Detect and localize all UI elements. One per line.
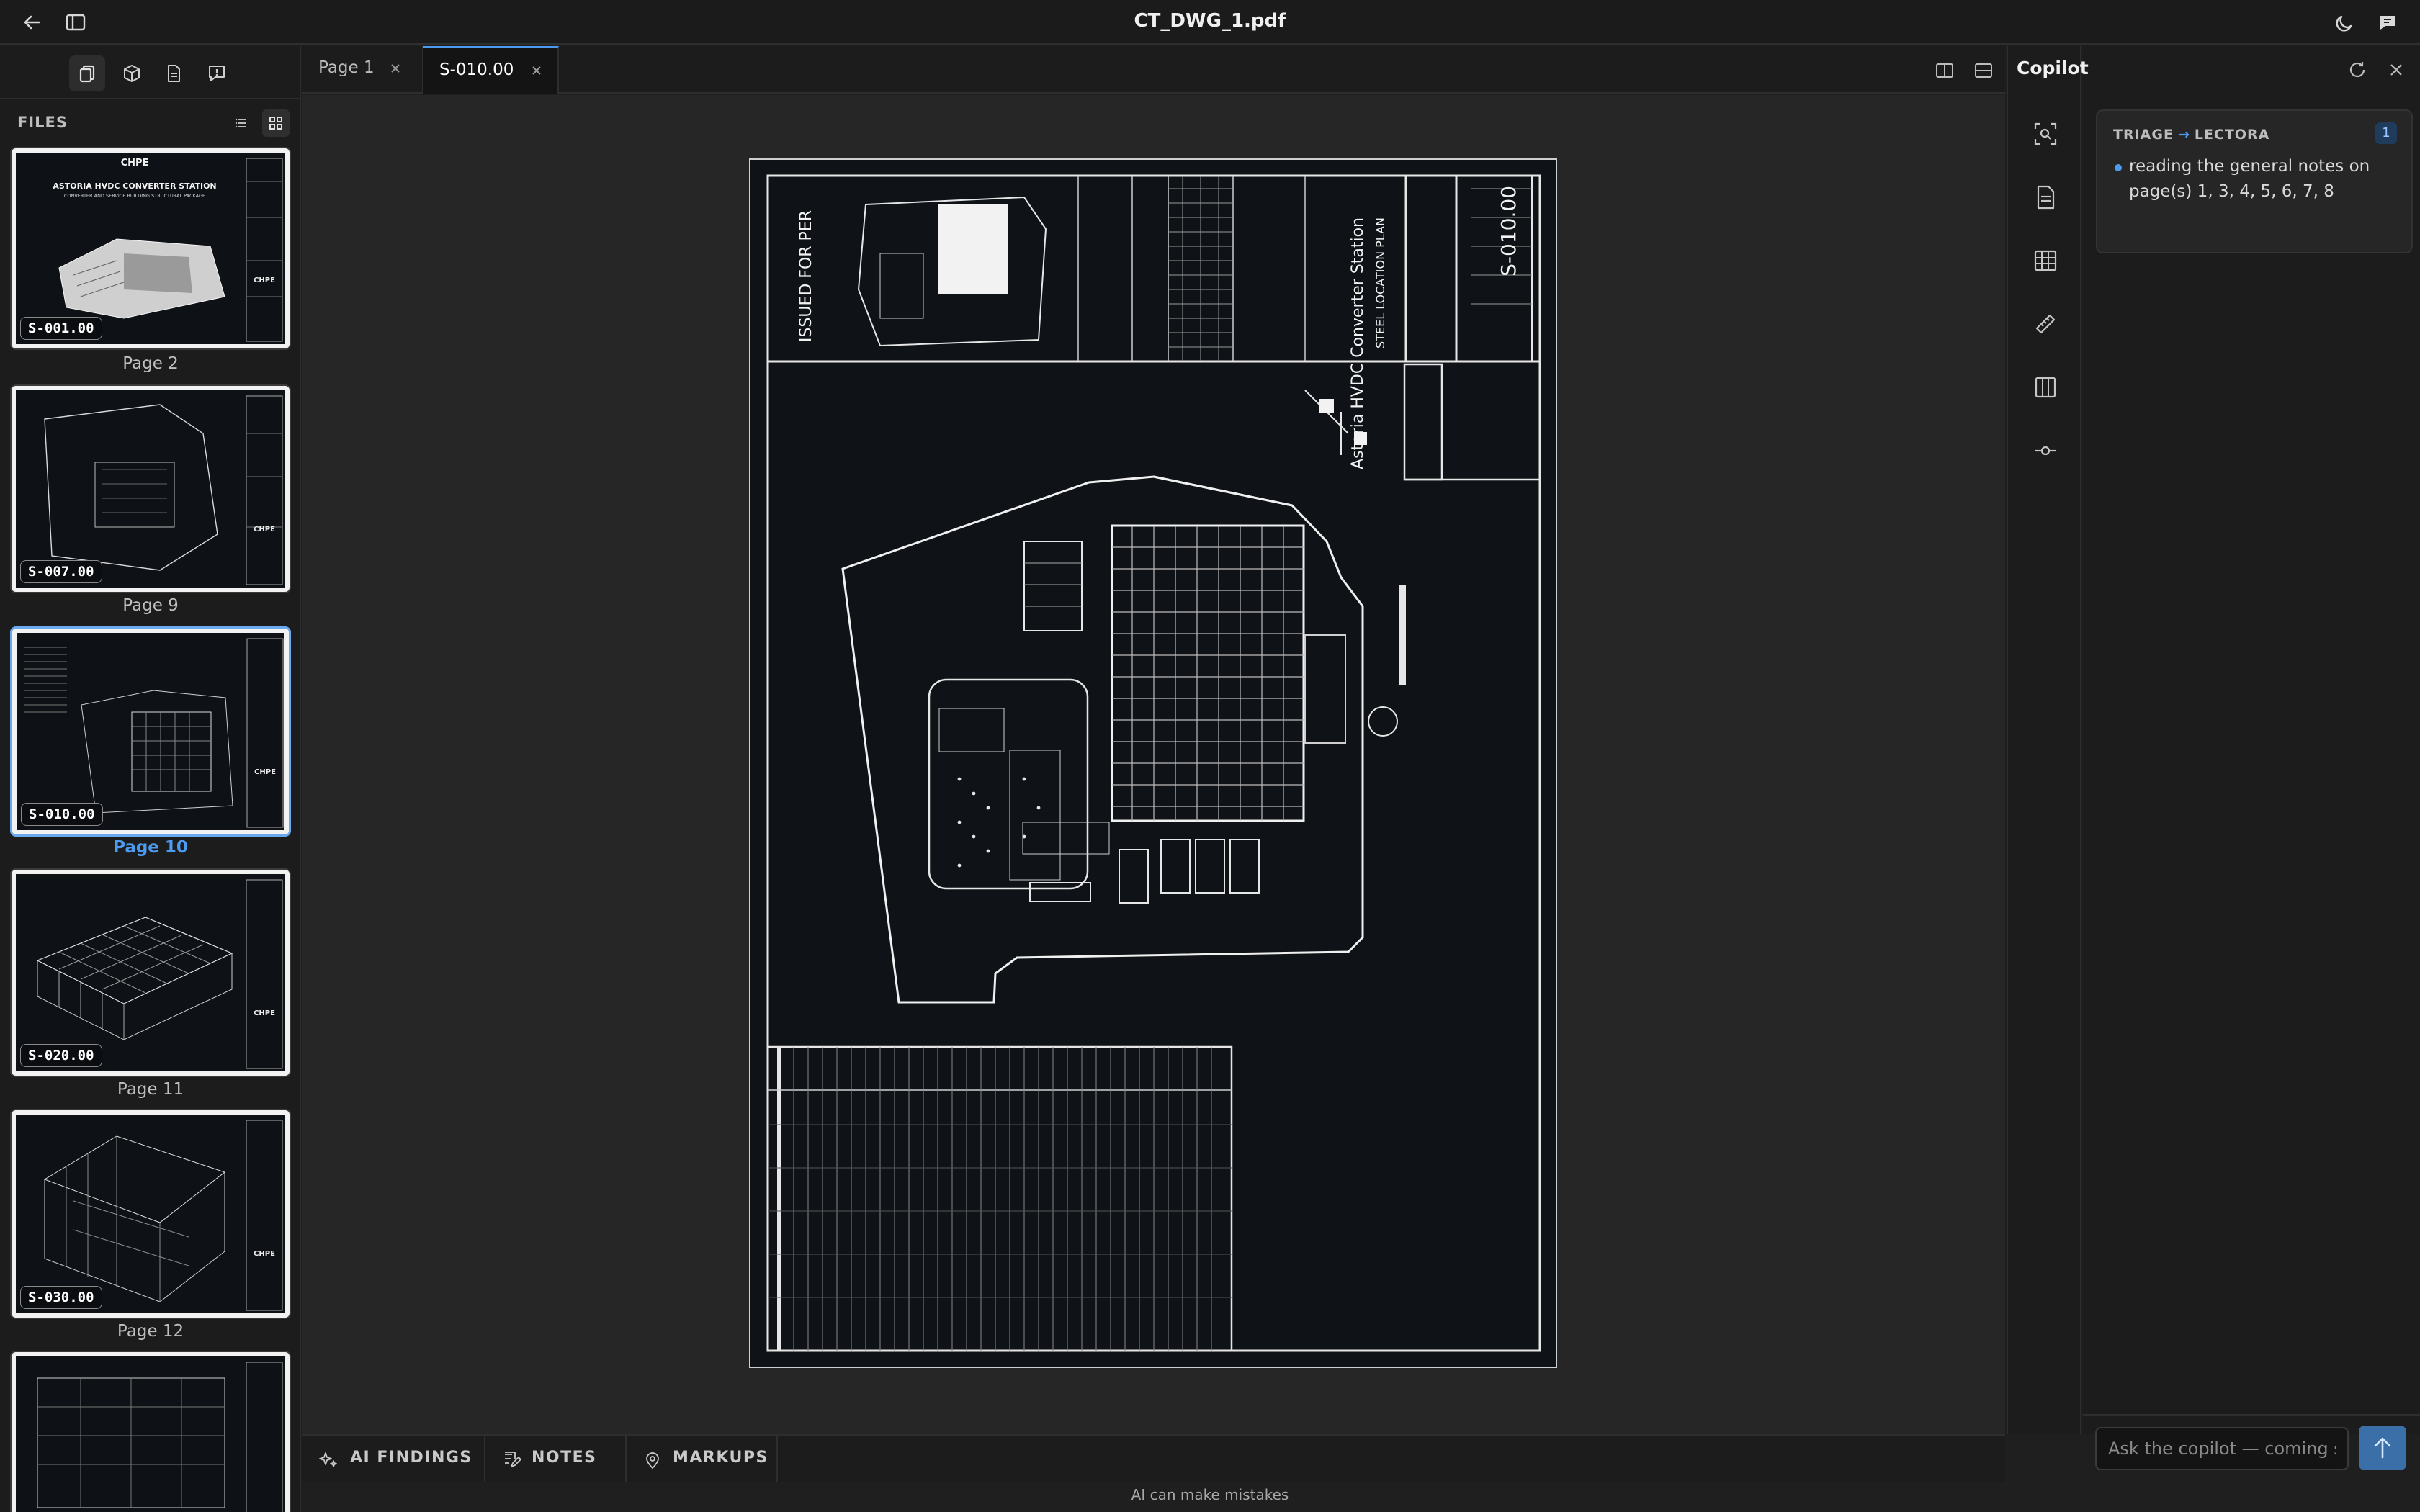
sparkle-icon (319, 1452, 337, 1467)
drawing-sheet: ISSUED FOR PER Astoria HVDC Converter St… (766, 174, 1541, 1352)
tab-page-1[interactable]: Page 1 (302, 46, 424, 94)
sheet-badge: S-010.00 (21, 803, 103, 826)
sheet-badge: S-001.00 (20, 317, 102, 340)
bottom-panel-tabs: AI FINDINGS NOTES MARKUPS (302, 1434, 2005, 1482)
page-label: Page 12 (117, 1322, 184, 1341)
thumb-logo: CHPE (254, 1250, 275, 1258)
comment-alert-icon (209, 66, 225, 81)
sheet-badge: S-007.00 (20, 560, 102, 583)
refresh-icon[interactable] (2347, 59, 2368, 81)
document-icon (168, 65, 180, 82)
list-icon (235, 118, 246, 128)
tab-label: AI FINDINGS (350, 1449, 472, 1467)
document-tabs: Page 1 S-010.00 (302, 46, 2005, 94)
copilot-panel: Copilot TRIAGE → LECTORA 1 reading the gen… (2017, 46, 2420, 1434)
thumbnail-sheet: CHPE (16, 1115, 285, 1313)
close-icon[interactable] (529, 63, 544, 78)
edit-note-icon (505, 1452, 521, 1467)
page-label: Page 2 (122, 354, 179, 373)
ai-disclaimer: AI can make mistakes (1131, 1486, 1289, 1503)
agent-route: TRIAGE → LECTORA (2113, 127, 2269, 143)
tab-ai-findings[interactable]: AI FINDINGS (302, 1436, 485, 1482)
model-3d-tab[interactable] (114, 55, 150, 91)
tab-markups[interactable]: MARKUPS (627, 1436, 778, 1482)
page-label: Page 9 (122, 596, 179, 615)
close-icon[interactable] (2385, 59, 2407, 81)
copilot-header: Copilot (2017, 46, 2420, 94)
files-label: FILES (17, 114, 68, 131)
moon-icon[interactable] (2331, 9, 2358, 36)
close-icon[interactable] (387, 60, 403, 76)
sheet-badge: S-030.00 (20, 1286, 102, 1309)
thumbnail-sheet: CHPE ASTORIA HVDC CONVERTER STATION CONV… (16, 153, 285, 344)
page-thumbnail[interactable]: CHPE S-030.00 (10, 1109, 291, 1319)
tab-label: NOTES (532, 1449, 597, 1467)
cover-subtitle: ASTORIA HVDC CONVERTER STATION (53, 181, 216, 191)
agent-to: LECTORA (2194, 127, 2270, 143)
grid-view-button[interactable] (262, 109, 290, 137)
stamp-text: ISSUED FOR PER (797, 210, 815, 342)
page-thumbnail[interactable]: CHPE S-010.00 (10, 626, 291, 837)
split-vertical-icon[interactable] (1932, 58, 1958, 84)
commit-icon[interactable] (2031, 436, 2060, 465)
chat-icon[interactable] (2374, 9, 2401, 36)
bullet-dot-icon (2115, 164, 2122, 171)
left-sidebar: FILES CHPE ASTORIA HVDC CONVERTER STATIO… (0, 46, 301, 1512)
thumb-logo: CHPE (254, 768, 276, 776)
copilot-tool-rail (2007, 46, 2081, 1434)
grid-icon (269, 117, 282, 130)
sheet-title: STEEL LOCATION PLAN (1373, 217, 1387, 348)
pages-tab[interactable] (69, 55, 105, 91)
thumbnail-sheet: CHPE (16, 390, 285, 588)
pages-icon (79, 65, 95, 83)
document-icon[interactable] (2031, 183, 2060, 212)
table-icon[interactable] (2031, 246, 2060, 275)
status-count-badge: 1 (2375, 122, 2397, 144)
document-tab[interactable] (156, 55, 192, 91)
thumb-logo: CHPE (254, 276, 275, 284)
cover-title: CHPE (121, 158, 149, 168)
copilot-input[interactable] (2095, 1427, 2349, 1470)
issues-tab[interactable] (199, 55, 235, 91)
tab-label: Page 1 (318, 58, 375, 77)
agent-status-message: reading the general notes on page(s) 1, … (2129, 157, 2370, 201)
thumbnail-list: CHPE ASTORIA HVDC CONVERTER STATION CONV… (0, 144, 301, 1512)
copilot-title: Copilot (2017, 58, 2089, 78)
project-name: Astoria HVDC Converter Station (1349, 217, 1367, 469)
sheet-badge: S-020.00 (20, 1044, 102, 1067)
sheet-number: S-010.00 (1497, 186, 1520, 276)
columns-icon[interactable] (2031, 373, 2060, 402)
map-pin-icon (646, 1452, 659, 1470)
thumb-logo: CHPE (254, 1009, 275, 1017)
send-button[interactable] (2359, 1426, 2406, 1470)
page-thumbnail[interactable]: CHPE ASTORIA HVDC CONVERTER STATION CONV… (10, 147, 291, 350)
drawing-page[interactable]: ISSUED FOR PER Astoria HVDC Converter St… (749, 158, 1557, 1368)
tab-notes[interactable]: NOTES (485, 1436, 627, 1482)
page-label: Page 10 (113, 838, 188, 857)
window-title: CT_DWG_1.pdf (1134, 10, 1286, 32)
split-horizontal-icon[interactable] (1971, 58, 1996, 84)
agent-from: TRIAGE (2113, 127, 2174, 143)
cube-icon (124, 65, 140, 82)
list-view-button[interactable] (228, 109, 255, 137)
files-header: FILES (0, 101, 301, 144)
sidebar-tabs (0, 46, 301, 99)
agent-status-card: TRIAGE → LECTORA 1 reading the general not… (2096, 109, 2413, 253)
cover-subsubtitle: CONVERTER AND SERVICE BUILDING STRUCTURA… (64, 193, 205, 199)
tab-label: MARKUPS (673, 1449, 768, 1467)
ruler-icon[interactable] (2031, 310, 2060, 338)
thumbnail-sheet: CHPE (16, 874, 285, 1071)
arrow-right-icon: → (2177, 127, 2190, 143)
page-label: Page 11 (117, 1080, 184, 1099)
page-thumbnail[interactable]: CHPE S-007.00 (10, 384, 291, 593)
page-thumbnail[interactable]: CHPE S-020.00 (10, 868, 291, 1077)
arrow-up-icon (2374, 1437, 2391, 1459)
thumb-logo: CHPE (254, 526, 275, 534)
tab-s-010[interactable]: S-010.00 (424, 46, 559, 94)
title-bar: CT_DWG_1.pdf (0, 0, 2420, 45)
document-viewer[interactable]: ISSUED FOR PER Astoria HVDC Converter St… (302, 95, 2005, 1434)
thumbnail-sheet: CHPE (17, 633, 284, 830)
scan-search-icon[interactable] (2031, 120, 2060, 148)
tab-label: S-010.00 (439, 60, 514, 79)
